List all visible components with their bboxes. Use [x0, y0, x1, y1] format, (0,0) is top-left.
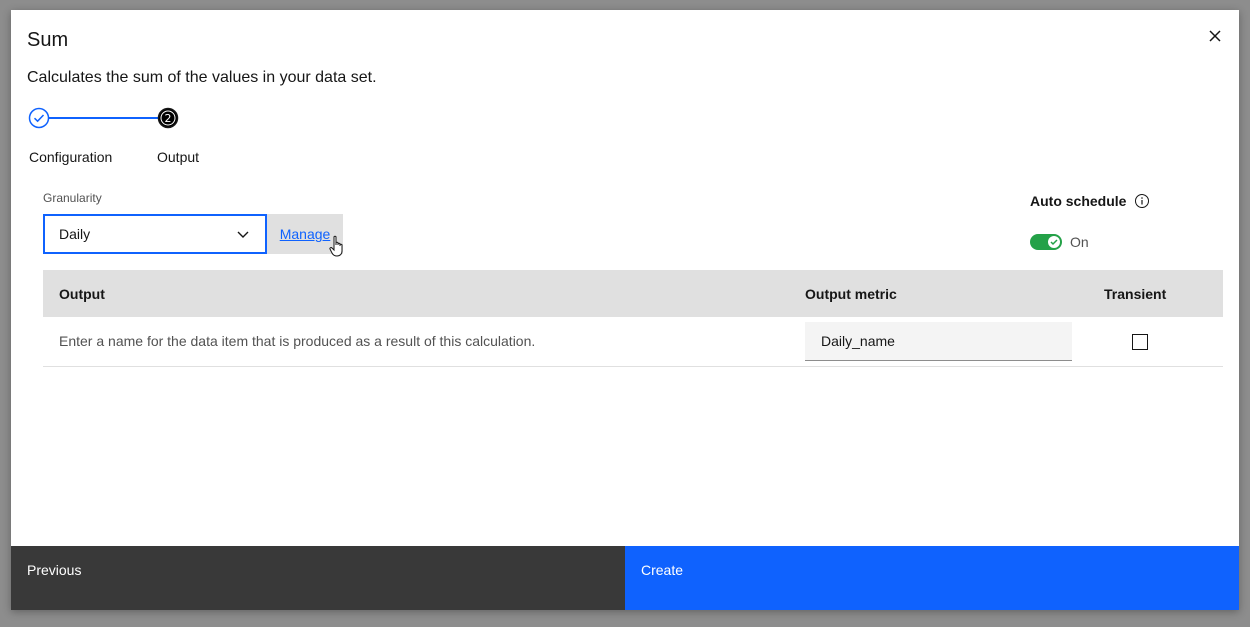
previous-button[interactable]: Previous — [11, 546, 625, 610]
granularity-select[interactable]: Daily — [43, 214, 267, 254]
auto-schedule-toggle[interactable] — [1030, 234, 1062, 250]
chevron-down-icon — [237, 231, 249, 238]
manage-label: Manage — [279, 226, 331, 242]
create-button[interactable]: Create — [625, 546, 1239, 610]
toggle-state-label: On — [1070, 234, 1089, 250]
table-header: Output Output metric Transient — [43, 270, 1223, 317]
row-description: Enter a name for the data item that is p… — [59, 333, 536, 349]
header-transient: Transient — [1104, 286, 1167, 302]
modal-footer: Previous Create — [11, 546, 1239, 610]
granularity-label: Granularity — [43, 191, 102, 205]
table-row: Enter a name for the data item that is p… — [43, 317, 1223, 367]
output-metric-input[interactable] — [805, 322, 1072, 361]
checkmark-circle-icon[interactable] — [28, 107, 50, 129]
close-icon — [1209, 30, 1221, 42]
sum-modal: Sum Calculates the sum of the values in … — [11, 10, 1239, 610]
hand-cursor-icon — [329, 235, 343, 257]
progress-indicator: 2 Configuration Output — [27, 107, 267, 167]
create-label: Create — [641, 562, 684, 578]
header-output: Output — [59, 286, 105, 302]
step-label-configuration[interactable]: Configuration — [29, 149, 112, 165]
header-output-metric: Output metric — [805, 286, 897, 302]
previous-label: Previous — [27, 562, 82, 578]
auto-schedule-text: Auto schedule — [1030, 193, 1127, 209]
checkmark-icon — [1050, 239, 1058, 246]
modal-description: Calculates the sum of the values in your… — [27, 69, 377, 86]
current-step-icon[interactable]: 2 — [157, 107, 179, 129]
step-label-output[interactable]: Output — [157, 149, 199, 165]
close-button[interactable] — [1203, 24, 1227, 48]
transient-checkbox[interactable] — [1132, 334, 1148, 350]
info-icon[interactable] — [1134, 193, 1150, 209]
step-number: 2 — [165, 112, 172, 125]
auto-schedule-label: Auto schedule — [1030, 193, 1150, 209]
output-table: Output Output metric Transient Enter a n… — [43, 270, 1223, 367]
granularity-value: Daily — [59, 226, 91, 242]
modal-title: Sum — [27, 29, 69, 51]
toggle-knob — [1048, 236, 1060, 248]
